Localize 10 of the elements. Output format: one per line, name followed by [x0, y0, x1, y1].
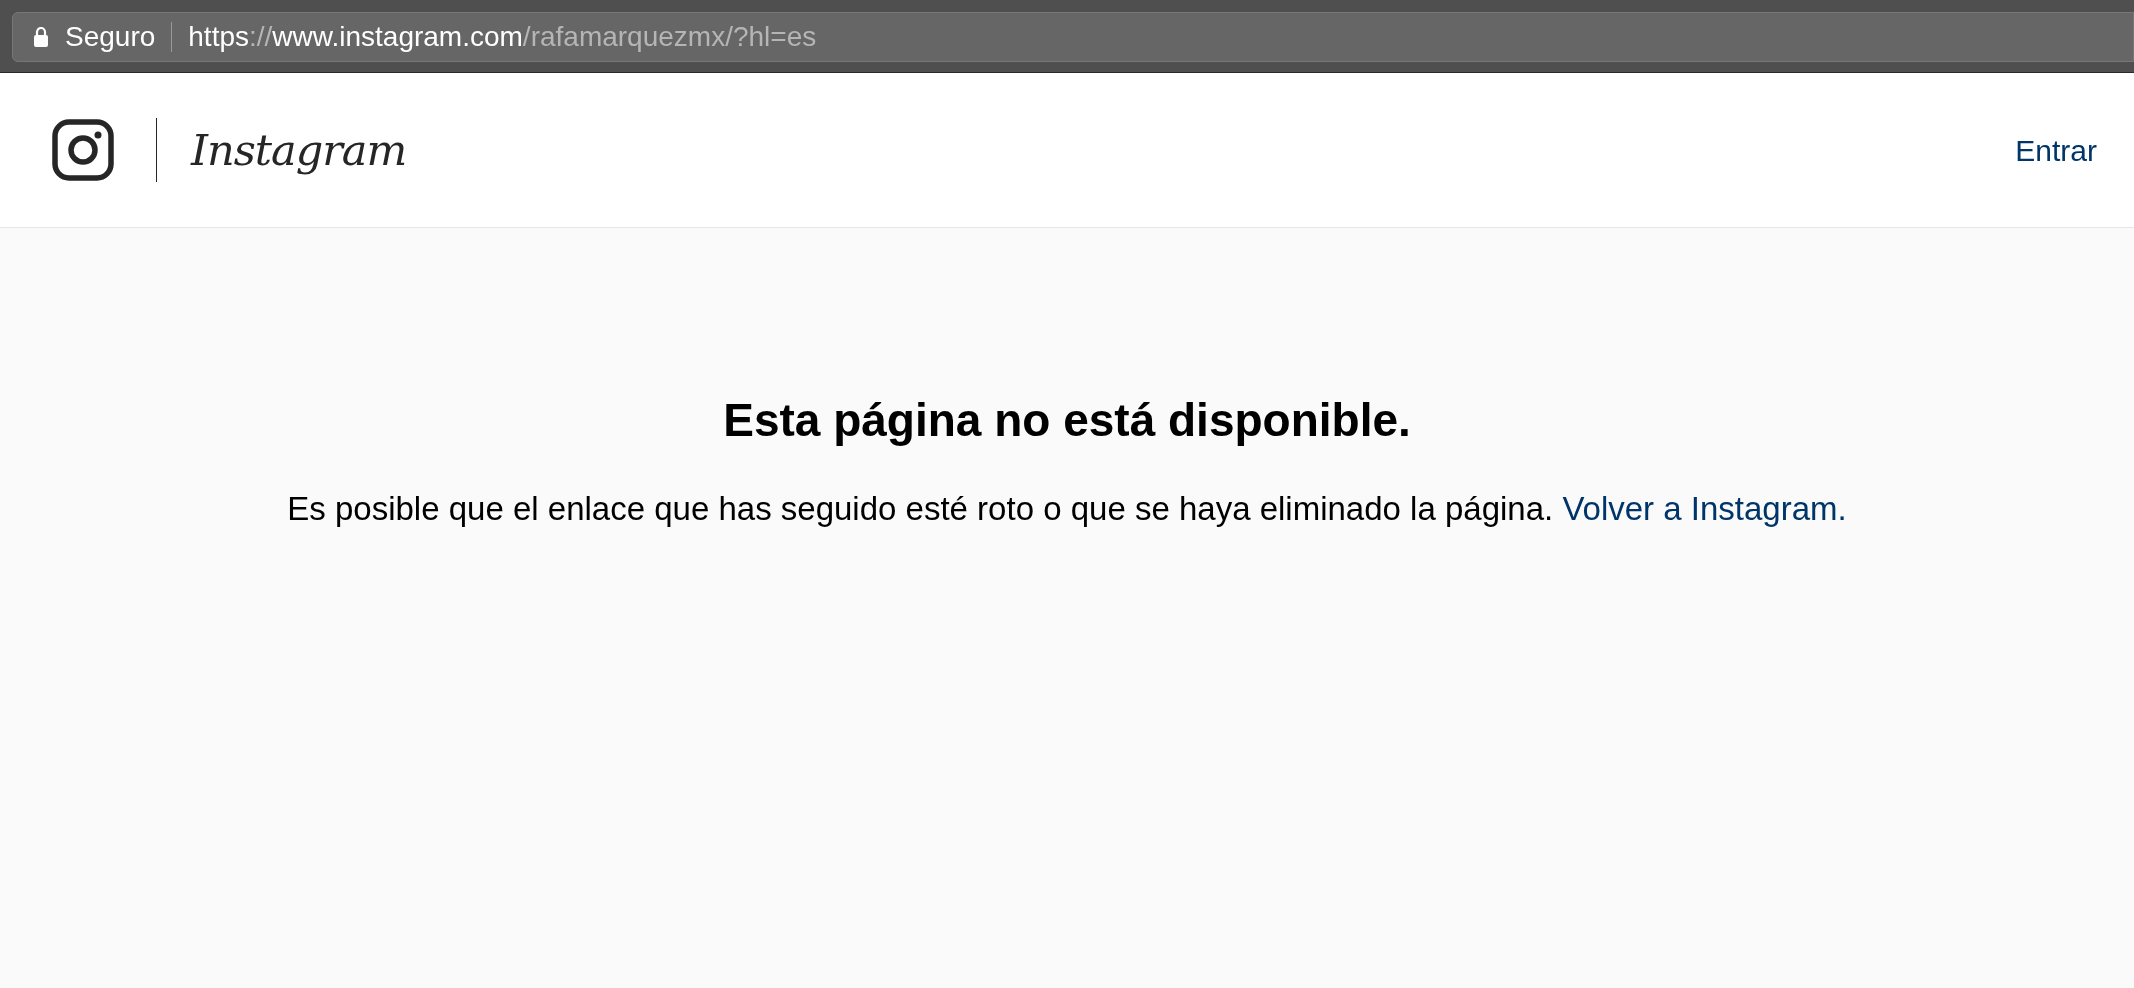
address-bar[interactable]: Seguro https://www.instagram.com/rafamarquezmx/?hl=es — [12, 12, 2134, 62]
url-text: https://www.instagram.com/rafamarquezmx/?hl=es — [188, 20, 817, 54]
login-link[interactable]: Entrar — [2015, 127, 2097, 173]
back-link[interactable]: Volver a Instagram. — [1562, 490, 1847, 528]
camera-icon[interactable] — [52, 119, 114, 181]
security-label: Seguro — [65, 20, 156, 54]
logo-wordmark[interactable]: Instagram — [191, 117, 407, 183]
error-message: Es posible que el enlace que has seguido esté roto o que se haya eliminado la página. Volver a Instagram. — [286, 489, 1848, 530]
lock-icon — [33, 27, 49, 47]
error-title: Esta página no está disponible. — [722, 393, 1412, 448]
